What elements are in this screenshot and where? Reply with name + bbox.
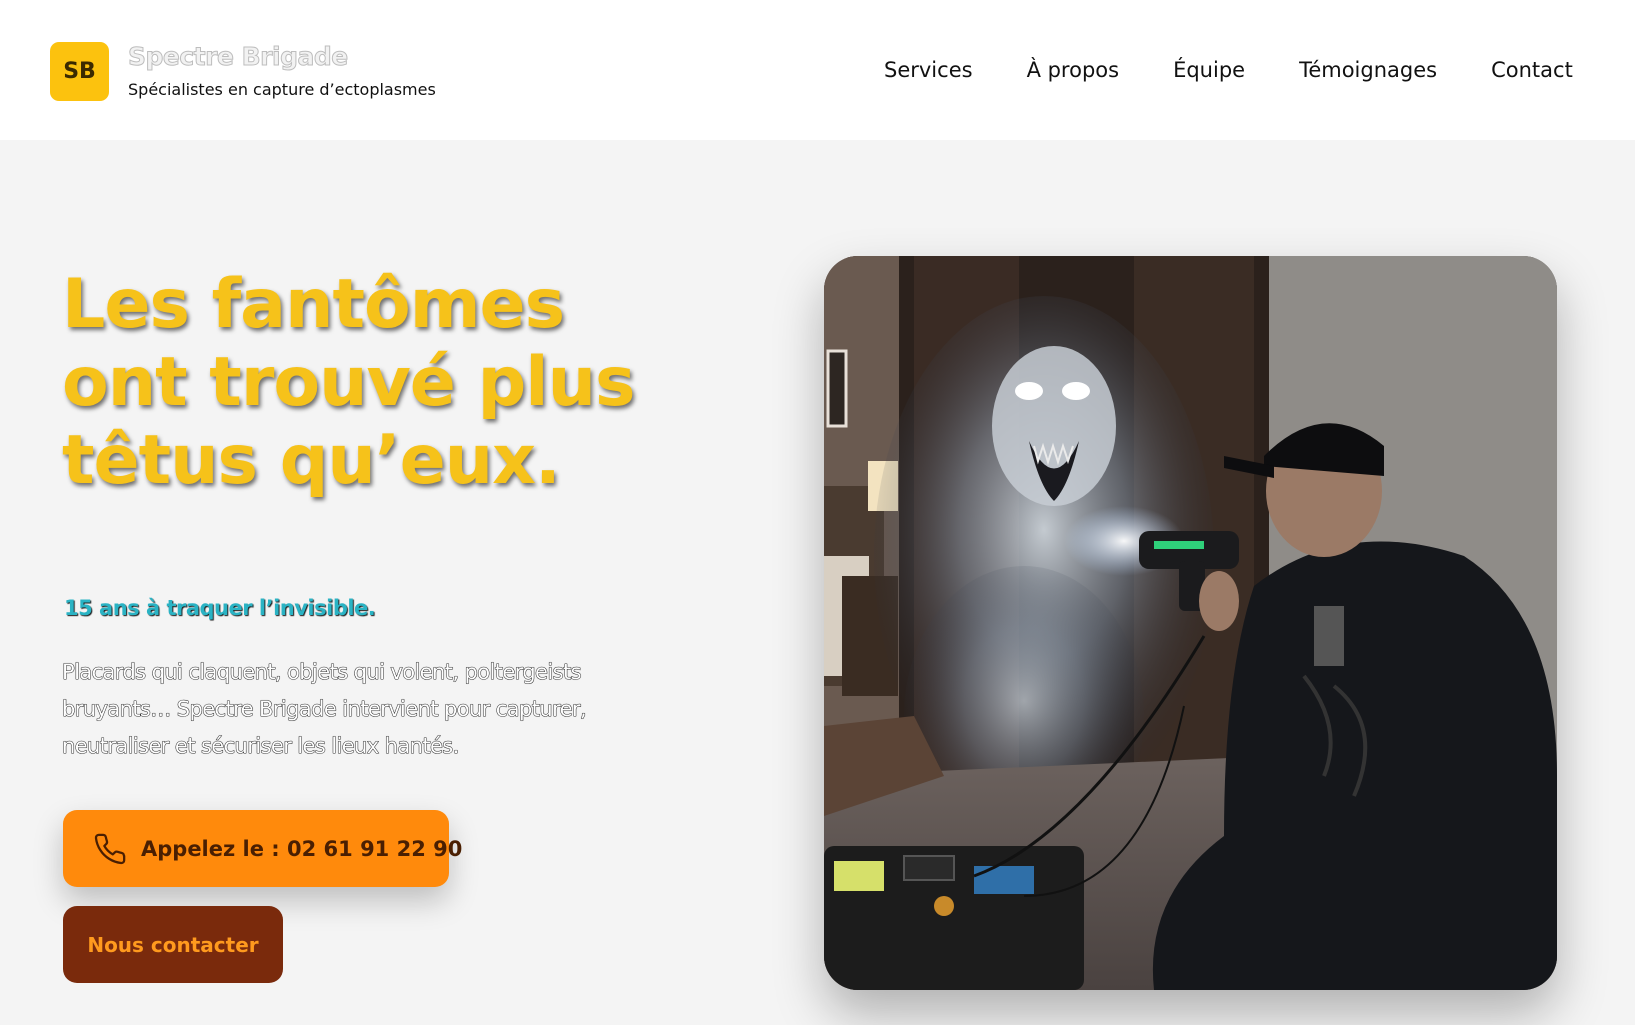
logo-badge[interactable]: SB xyxy=(50,42,109,101)
brand-tagline: Spécialistes en capture d’ectoplasmes xyxy=(128,80,436,99)
hero-title: Les fantômes ont trouvé plus têtus qu’eu… xyxy=(62,265,635,500)
contact-button[interactable]: Nous contacter xyxy=(63,906,283,983)
nav-item-about[interactable]: À propos xyxy=(1027,58,1120,82)
hero-description: Placards qui claquent, objets qui volent… xyxy=(62,660,587,759)
hero-image xyxy=(824,256,1557,990)
call-button[interactable]: Appelez le : 02 61 91 22 90 xyxy=(63,810,462,887)
ghost-hunter-illustration xyxy=(824,256,1557,990)
nav-item-contact[interactable]: Contact xyxy=(1491,58,1573,82)
main-nav: Services À propos Équipe Témoignages Con… xyxy=(884,58,1573,82)
contact-button-label: Nous contacter xyxy=(87,932,259,957)
call-button-label: Appelez le : 02 61 91 22 90 xyxy=(141,836,463,861)
nav-item-services[interactable]: Services xyxy=(884,58,973,82)
site-header: SB Spectre Brigade Spécialistes en captu… xyxy=(0,0,1635,140)
hero-subtitle: 15 ans à traquer l’invisible. xyxy=(64,596,376,620)
nav-item-team[interactable]: Équipe xyxy=(1173,58,1245,82)
nav-item-testimonials[interactable]: Témoignages xyxy=(1299,58,1437,82)
logo-initials: SB xyxy=(63,59,96,84)
brand-name[interactable]: Spectre Brigade xyxy=(128,42,349,72)
phone-icon xyxy=(93,832,127,866)
